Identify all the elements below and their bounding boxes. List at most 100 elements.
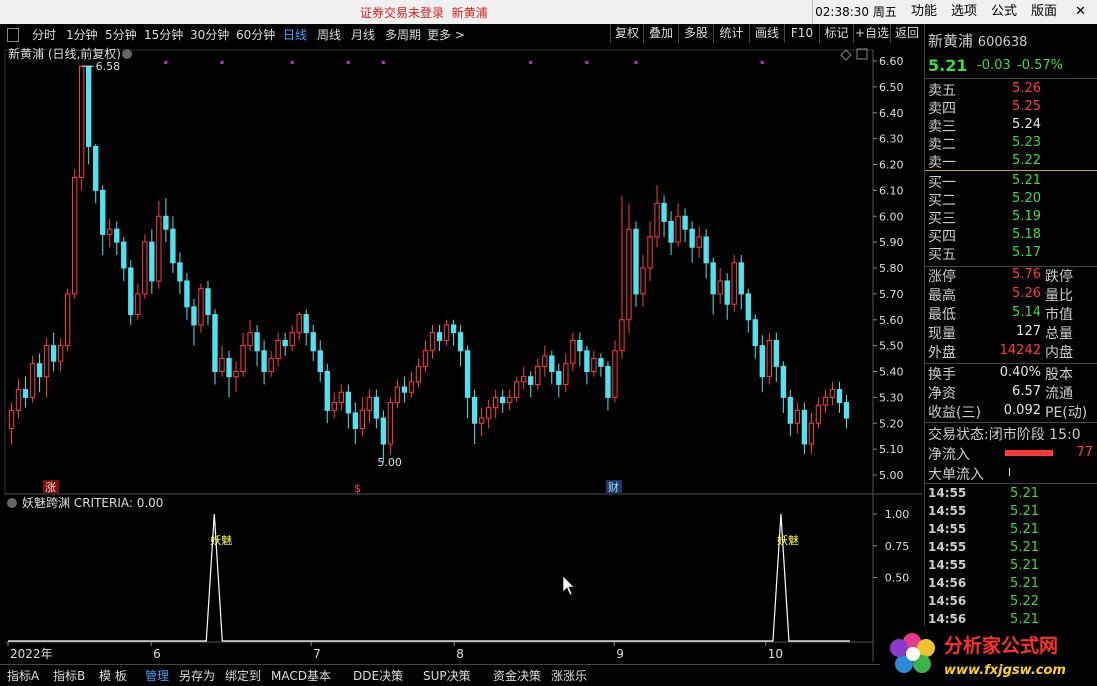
draw-line-button[interactable]: 画线 — [749, 24, 784, 43]
price-tick-label: 5.70 — [879, 288, 904, 301]
close-icon[interactable]: ✕ — [1064, 0, 1097, 24]
candle-body — [759, 345, 765, 378]
candle-body — [640, 267, 646, 295]
stat-row-value: 5.26 — [1012, 286, 1041, 301]
period-1min[interactable]: 1分钟 — [66, 26, 98, 43]
tick-price: 5.21 — [1010, 504, 1039, 519]
candle-body — [380, 417, 387, 445]
price-tick-label: 5.40 — [879, 366, 904, 379]
period-5min[interactable]: 5分钟 — [105, 26, 137, 43]
signal-dot — [164, 61, 168, 64]
candle-body — [661, 202, 667, 222]
login-status-text[interactable]: 证券交易未登录 — [360, 6, 444, 20]
stat-row-value: 5.76 — [1012, 267, 1041, 282]
bottom-tab[interactable]: 绑定到 — [225, 667, 261, 684]
statistics-button[interactable]: 统计 — [713, 24, 749, 43]
bottom-tab[interactable]: DDE决策 — [353, 667, 403, 684]
candle-body — [464, 350, 471, 398]
bottom-tab[interactable]: 管理 — [145, 667, 169, 684]
candle — [142, 234, 148, 300]
bottom-tab[interactable]: 另存为 — [179, 667, 215, 684]
bottom-tab[interactable]: 指标A — [7, 667, 39, 684]
add-watchlist-button[interactable]: +自选 — [853, 24, 890, 43]
signal-dot — [760, 61, 764, 64]
multi-stock-button[interactable]: 多股 — [678, 24, 713, 43]
period-15min[interactable]: 15分钟 — [144, 26, 183, 43]
candle-body — [612, 350, 618, 398]
bottom-tab[interactable]: 模 板 — [99, 667, 127, 684]
bottom-tab[interactable]: 指标B — [53, 667, 85, 684]
tick-time: 14:55 — [928, 504, 967, 518]
candle-body — [240, 345, 246, 372]
quote-panel: 新黄浦 600638 5.21 -0.03 -0.57% 卖五 5.26 卖四 5.2… — [924, 24, 1097, 685]
overlay-button[interactable]: 叠加 — [643, 24, 678, 43]
candle — [78, 65, 85, 191]
candle — [71, 169, 78, 300]
bid-row-label: 买四 — [928, 229, 956, 245]
chart-area[interactable]: 新黄浦 (日线,前复权) 6.60 6.50 6.40 6.30 6.20 6.10 6.0… — [0, 44, 922, 664]
menu-layout[interactable]: 版面 — [1024, 0, 1064, 24]
ask-row-label: 卖二 — [928, 137, 956, 153]
finance-report-marker[interactable]: 财 — [608, 480, 619, 494]
candle-body — [261, 350, 267, 372]
bottom-tab[interactable]: SUP决策 — [423, 667, 471, 684]
candle-body — [801, 409, 808, 445]
separator — [925, 483, 1097, 484]
period-toolbar: 分时 1分钟 5分钟 15分钟 30分钟 60分钟 日线 周线 月线 多周期 更… — [0, 24, 922, 45]
ask-row-label: 卖三 — [928, 119, 956, 135]
panel-toggle-icon[interactable] — [7, 28, 19, 42]
price-tick-label: 5.30 — [879, 391, 904, 404]
candle-body — [528, 376, 534, 385]
candle-body — [338, 391, 344, 404]
stat2-row-label: 换手 — [928, 367, 956, 383]
candle-body — [745, 293, 751, 321]
bottom-tab[interactable]: MACD基本 — [271, 667, 331, 684]
period-monthly[interactable]: 月线 — [351, 26, 375, 43]
dividend-marker[interactable]: $ — [354, 482, 361, 495]
candle-body — [114, 228, 120, 243]
mark-button[interactable]: 标记 — [819, 24, 853, 43]
period-intraday[interactable]: 分时 — [32, 26, 56, 43]
bottom-tab[interactable]: 资金决策 — [493, 667, 541, 684]
menu-functions[interactable]: 功能 — [904, 0, 944, 24]
bottom-tab[interactable]: 涨涨乐 — [551, 667, 587, 684]
indicator-menu-icon[interactable] — [7, 498, 17, 508]
login-notice[interactable]: 证券交易未登录 新黄浦 — [360, 4, 488, 21]
candle-body — [366, 396, 373, 411]
candle-body — [682, 215, 688, 230]
chart-menu-icon[interactable] — [122, 49, 132, 59]
ask-row-label: 卖五 — [928, 83, 956, 99]
net-inflow-label: 净流入 — [928, 447, 970, 463]
menu-formula[interactable]: 公式 — [984, 0, 1024, 24]
f10-button[interactable]: F10 — [784, 24, 819, 43]
menu-options[interactable]: 选项 — [944, 0, 984, 24]
stat2-row-value: 0.092 — [1003, 403, 1041, 418]
bid-ask-separator — [925, 170, 1097, 171]
candle-body — [282, 339, 288, 347]
ask-row-value: 5.26 — [1012, 81, 1041, 96]
back-button[interactable]: 返回 — [890, 24, 923, 43]
restore-rights-button[interactable]: 复权 — [610, 24, 643, 43]
ask-row-value: 5.25 — [1012, 99, 1041, 114]
period-more[interactable]: 更多 > — [427, 26, 465, 43]
candle-body — [401, 386, 408, 393]
candle-body — [324, 371, 330, 411]
price-change-pct: -0.57% — [1017, 58, 1063, 73]
period-30min[interactable]: 30分钟 — [190, 26, 229, 43]
candle-body — [822, 396, 829, 406]
candle-body — [836, 389, 843, 404]
period-weekly[interactable]: 周线 — [317, 26, 341, 43]
separator — [925, 422, 1097, 423]
candle-body — [86, 65, 92, 147]
period-multi[interactable]: 多周期 — [385, 26, 421, 43]
period-60min[interactable]: 60分钟 — [236, 26, 275, 43]
signal-dot — [290, 61, 294, 64]
stat2-row-value: 6.57 — [1012, 384, 1041, 399]
bid-row-value: 5.18 — [1012, 227, 1041, 242]
period-daily[interactable]: 日线 — [283, 26, 307, 43]
logo-name: 分析家公式网 — [944, 634, 1058, 657]
price-tick-label: 6.00 — [879, 210, 904, 223]
price-tick-label: 6.10 — [879, 184, 904, 197]
candle-body — [478, 417, 485, 424]
limit-up-marker[interactable]: 涨 — [45, 481, 56, 494]
